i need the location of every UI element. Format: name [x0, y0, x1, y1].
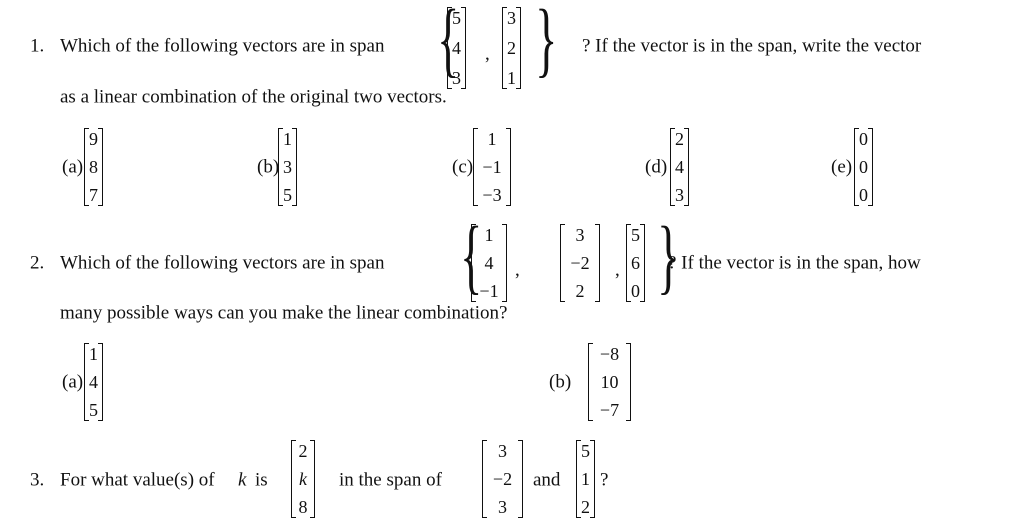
vector-entry: 4 — [675, 157, 684, 177]
q1-option-e-label: (e) — [831, 156, 853, 178]
vector-entry: 2 — [298, 441, 308, 461]
vector-entry: 5 — [452, 8, 461, 28]
vector-entry: 2 — [507, 38, 516, 58]
q3-text-is: is — [255, 469, 268, 491]
q1-text: Which of the following vectors are in sp… — [60, 35, 385, 57]
q1-option-a-label: (a) — [62, 156, 84, 178]
vector-entry: 3 — [498, 497, 507, 517]
vector-entry: 2 — [675, 129, 684, 149]
q1-option-d-label: (d) — [645, 156, 668, 178]
vector-entry: 8 — [89, 157, 98, 177]
vector-entry: 5 — [283, 185, 292, 205]
vector-entry: −3 — [482, 185, 502, 205]
q3-span-vector-1: 3 −2 3 — [482, 440, 523, 518]
q3-variable: k — [238, 469, 247, 491]
vector-entry: 0 — [631, 281, 640, 301]
q3-vector: 2 k 8 — [291, 440, 315, 518]
vector-entry: 10 — [600, 372, 619, 392]
vector-entry: 1 — [283, 129, 292, 149]
vector-entry: −1 — [482, 157, 502, 177]
q1-span-vector-1: 5 4 3 — [447, 7, 466, 89]
vector-entry: 8 — [298, 497, 308, 517]
vector-entry: k — [299, 469, 307, 489]
q3-text-span: in the span of — [339, 469, 442, 491]
vector-entry: 5 — [631, 225, 640, 245]
q2-option-a-vector: 1 4 5 — [84, 343, 103, 421]
comma: , — [485, 43, 490, 65]
vector-entry: 2 — [575, 281, 585, 301]
q3-number: 3. — [30, 469, 45, 491]
vector-entry: −1 — [479, 281, 499, 301]
vector-entry: 3 — [575, 225, 585, 245]
vector-entry: 1 — [487, 129, 497, 149]
vector-entry: −2 — [570, 253, 590, 273]
q2-span-vector-3: 5 6 0 — [626, 224, 645, 302]
q1-number: 1. — [30, 35, 45, 57]
vector-entry: 1 — [89, 344, 98, 364]
q2-text-line2: many possible ways can you make the line… — [60, 302, 508, 324]
q2-span-vector-2: 3 −2 2 — [560, 224, 600, 302]
vector-entry: 4 — [452, 38, 461, 58]
vector-entry: −8 — [599, 344, 620, 364]
q1-option-c-vector: 1 −1 −3 — [473, 128, 511, 206]
vector-entry: 3 — [283, 157, 292, 177]
vector-entry: 1 — [484, 225, 494, 245]
vector-entry: 2 — [581, 497, 590, 517]
vector-entry: 4 — [484, 253, 494, 273]
vector-entry: −2 — [492, 469, 513, 489]
q2-option-b-vector: −8 10 −7 — [588, 343, 631, 421]
vector-entry: 4 — [89, 372, 98, 392]
q3-span-vector-2: 5 1 2 — [576, 440, 595, 518]
q1-text-line2: as a linear combination of the original … — [60, 86, 447, 108]
vector-entry: 0 — [859, 157, 868, 177]
q1-option-d-vector: 2 4 3 — [670, 128, 689, 206]
vector-entry: 0 — [859, 129, 868, 149]
comma: , — [615, 259, 620, 281]
q1-span-vector-2: 3 2 1 — [502, 7, 521, 89]
q2-text-after: ? If the vector is in the span, how — [668, 252, 921, 274]
vector-entry: 1 — [507, 68, 516, 88]
q2-option-b-label: (b) — [549, 371, 572, 393]
vector-entry: 3 — [507, 8, 516, 28]
vector-entry: 0 — [859, 185, 868, 205]
q2-text: Which of the following vectors are in sp… — [60, 252, 385, 274]
q1-option-b-label: (b) — [257, 156, 280, 178]
q2-span-vector-1: 1 4 −1 — [471, 224, 507, 302]
vector-entry: 7 — [89, 185, 98, 205]
vector-entry: 6 — [631, 253, 640, 273]
q2-option-a-label: (a) — [62, 371, 84, 393]
vector-entry: 3 — [498, 441, 507, 461]
right-brace: } — [535, 0, 558, 86]
q1-option-a-vector: 9 8 7 — [84, 128, 103, 206]
vector-entry: 5 — [581, 441, 590, 461]
q3-text: For what value(s) of — [60, 469, 215, 491]
q1-option-c-label: (c) — [452, 156, 474, 178]
vector-entry: 5 — [89, 400, 98, 420]
q1-option-b-vector: 1 3 5 — [278, 128, 297, 206]
q3-text-and: and — [533, 469, 561, 491]
vector-entry: 9 — [89, 129, 98, 149]
q2-number: 2. — [30, 252, 45, 274]
q1-option-e-vector: 0 0 0 — [854, 128, 873, 206]
comma: , — [515, 259, 520, 281]
vector-entry: 3 — [675, 185, 684, 205]
vector-entry: 1 — [581, 469, 590, 489]
vector-entry: −7 — [599, 400, 620, 420]
q3-text-end: ? — [600, 469, 609, 491]
worksheet-page: 1. Which of the following vectors are in… — [0, 0, 1024, 531]
vector-entry: 3 — [452, 68, 461, 88]
q1-text-after: ? If the vector is in the span, write th… — [582, 35, 922, 57]
